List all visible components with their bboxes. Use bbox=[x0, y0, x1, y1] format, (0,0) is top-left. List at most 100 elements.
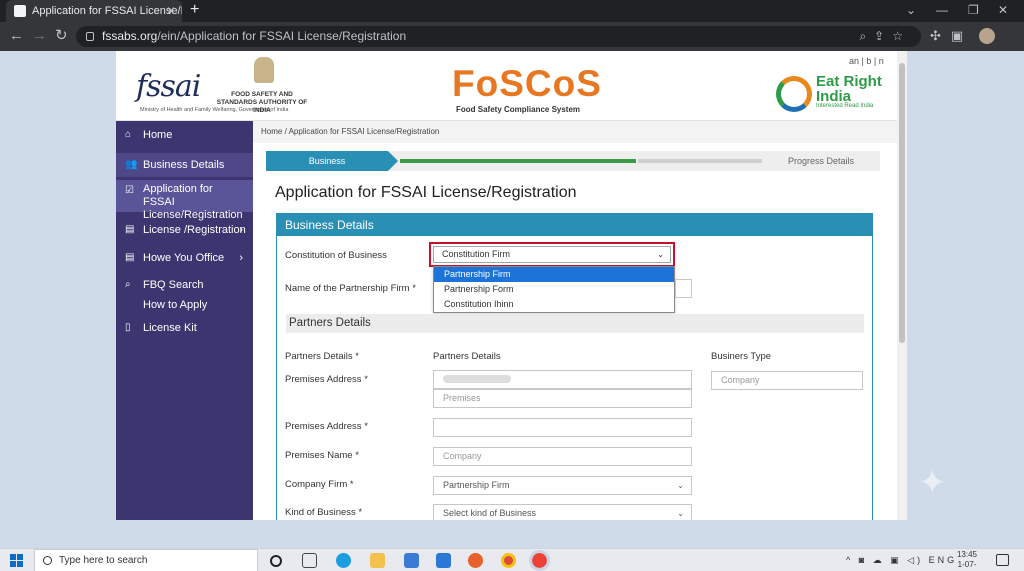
search-icon: ⌕ bbox=[125, 279, 131, 290]
partners-details-column: Partners Details bbox=[433, 351, 501, 362]
constitution-select[interactable]: Constitution Firm ⌄ bbox=[433, 246, 671, 263]
language-switcher[interactable]: an | b | n bbox=[849, 56, 884, 66]
constitution-value: Constitution Firm bbox=[442, 249, 511, 259]
window-close-icon[interactable]: ✕ bbox=[998, 0, 1008, 20]
profile-avatar[interactable] bbox=[979, 28, 995, 44]
sidebar-item-label: License Kit bbox=[143, 322, 197, 334]
sidebar-item-label: Howe You Office bbox=[143, 252, 225, 264]
sidebar-item-how-to-apply[interactable]: How to Apply bbox=[116, 299, 253, 315]
premises-input[interactable]: Premises bbox=[433, 389, 692, 408]
sidebar-item-business-details[interactable]: 👥 Business Details bbox=[116, 153, 253, 177]
system-tray[interactable]: ^ ◙ ☁ ▣ ◁) ENG bbox=[846, 549, 957, 571]
business-type-input[interactable]: Company bbox=[711, 371, 863, 390]
business-type-placeholder: Company bbox=[721, 375, 760, 385]
task-view-icon[interactable] bbox=[302, 553, 317, 568]
omnibox-icons[interactable]: ⌕⇪☆ bbox=[859, 26, 911, 47]
sidebar-item-application[interactable]: ☑ Application for FSSAI License/Registra… bbox=[116, 180, 253, 221]
forward-icon[interactable]: → bbox=[32, 27, 47, 45]
eat-right-title: Eat Right India bbox=[816, 73, 882, 105]
back-icon[interactable]: ← bbox=[9, 27, 24, 45]
taskbar: Type here to search ^ ◙ ☁ ▣ ◁) ENG 13:45… bbox=[0, 548, 1024, 571]
url-path: /ein/Application for FSSAI License/Regis… bbox=[157, 29, 407, 43]
constitution-label: Constitution of Business bbox=[285, 250, 387, 261]
breadcrumb: Home / Application for FSSAI License/Reg… bbox=[253, 121, 907, 143]
sidebar-item-label: Application for FSSAI License/Registrati… bbox=[143, 183, 243, 221]
sidebar-item-label: FBQ Search bbox=[143, 279, 204, 291]
fssai-logo[interactable]: fssai bbox=[136, 69, 201, 104]
dropdown-option[interactable]: Constitution Ihinn bbox=[434, 297, 674, 312]
premises-name-input[interactable]: Company bbox=[433, 447, 692, 466]
sidebar-item-license-registration[interactable]: ▤ License /Registration › bbox=[116, 224, 253, 240]
address-bar[interactable]: fssabs.org/ein/Application for FSSAI Lic… bbox=[76, 26, 921, 47]
reload-icon[interactable]: ↻ bbox=[55, 27, 68, 45]
home-icon: ⌂ bbox=[125, 129, 132, 140]
company-firm-select[interactable]: Partnership Firm ⌄ bbox=[433, 476, 692, 495]
chrome-active-icon[interactable] bbox=[529, 550, 550, 571]
users-icon: 👥 bbox=[125, 159, 138, 170]
premises-address-label: Premises Address * bbox=[285, 374, 368, 385]
kind-of-business-select[interactable]: Select kind of Business ⌄ bbox=[433, 504, 692, 520]
taskbar-search[interactable]: Type here to search bbox=[34, 549, 258, 571]
taskbar-clock[interactable]: 13:45 1-07-2022 bbox=[950, 550, 984, 571]
chevron-down-icon[interactable]: ⌄ bbox=[906, 0, 916, 20]
chevron-down-icon: ⌄ bbox=[657, 250, 664, 259]
main-content: Home / Application for FSSAI License/Reg… bbox=[253, 121, 907, 520]
foscos-logo[interactable]: FoSCoS bbox=[452, 63, 602, 105]
sidebar-item-howe-you-office[interactable]: ▤ Howe You Office › bbox=[116, 252, 253, 268]
url-host: fssabs.org bbox=[102, 29, 158, 43]
mail-icon[interactable] bbox=[436, 553, 451, 568]
breadcrumb-home[interactable]: Home bbox=[261, 127, 282, 136]
breadcrumb-current: Application for FSSAI License/Registrati… bbox=[288, 127, 440, 136]
sidebar-item-label: Business Details bbox=[143, 159, 225, 171]
restore-icon[interactable]: ❐ bbox=[968, 0, 979, 20]
progress-bar-pending bbox=[638, 159, 762, 163]
constitution-highlight: Constitution Firm ⌄ bbox=[429, 242, 675, 267]
premises-name-label: Premises Name * bbox=[285, 450, 359, 461]
partners-section-title: Partners Details bbox=[286, 314, 864, 333]
sidebar-item-license-kit[interactable]: ▯ License Kit bbox=[116, 322, 253, 338]
dropdown-option[interactable]: Partnership Form bbox=[434, 282, 674, 297]
check-square-icon: ☑ bbox=[125, 185, 134, 196]
clock-time: 13:45 bbox=[956, 550, 978, 559]
dropdown-option[interactable]: Partnership Firm bbox=[434, 267, 674, 282]
sidebar-item-home[interactable]: ⌂ Home bbox=[116, 129, 253, 145]
chevron-down-icon: ⌄ bbox=[677, 481, 684, 490]
premises-placeholder: Premises bbox=[443, 393, 481, 403]
chevron-right-icon: › bbox=[239, 224, 243, 236]
extensions-icon[interactable]: ✣▣ bbox=[930, 28, 973, 44]
edge-icon[interactable] bbox=[336, 553, 351, 568]
windows-start-icon[interactable] bbox=[10, 554, 23, 567]
premises-address-input[interactable] bbox=[433, 418, 692, 437]
minimize-icon[interactable]: — bbox=[936, 0, 948, 20]
progress-arrow bbox=[388, 151, 398, 171]
partner-name-input[interactable] bbox=[433, 370, 692, 389]
eat-right-subtitle: Interested Read India bbox=[816, 103, 874, 109]
store-icon[interactable] bbox=[404, 553, 419, 568]
chrome-icon[interactable] bbox=[501, 553, 516, 568]
page-title: Application for FSSAI License/Registrati… bbox=[275, 184, 577, 201]
kind-of-business-value: Select kind of Business bbox=[443, 508, 537, 518]
firm-name-label: Name of the Partnership Firm * bbox=[285, 283, 416, 294]
lock-icon bbox=[86, 32, 94, 41]
firm-name-input[interactable] bbox=[675, 279, 692, 298]
taskbar-search-placeholder: Type here to search bbox=[59, 555, 148, 566]
scrollbar-thumb[interactable] bbox=[899, 63, 905, 343]
notification-icon[interactable] bbox=[996, 554, 1009, 566]
tab-title: Application for FSSAI License/Re bbox=[32, 5, 182, 17]
sidebar-item-label: License /Registration bbox=[143, 224, 246, 236]
chevron-down-icon: ⌄ bbox=[677, 509, 684, 518]
firefox-icon[interactable] bbox=[468, 553, 483, 568]
site-header: fssai Ministry of Health and Family Welf… bbox=[116, 51, 907, 121]
file-explorer-icon[interactable] bbox=[370, 553, 385, 568]
close-icon[interactable]: ✕ bbox=[166, 0, 176, 22]
document-icon: ▯ bbox=[125, 322, 131, 333]
browser-tab[interactable]: Application for FSSAI License/Re ✕ bbox=[6, 0, 182, 22]
chevron-right-icon: › bbox=[239, 252, 243, 264]
cortana-icon[interactable] bbox=[270, 555, 282, 567]
page-scrollbar[interactable] bbox=[897, 51, 907, 520]
sidebar-item-fbq-search[interactable]: ⌕ FBQ Search bbox=[116, 279, 253, 295]
constitution-dropdown: Partnership Firm Partnership Form Consti… bbox=[433, 266, 675, 313]
list-icon: ▤ bbox=[125, 252, 135, 263]
progress-step-business: Business bbox=[266, 151, 388, 171]
new-tab-icon[interactable]: + bbox=[190, 0, 199, 20]
